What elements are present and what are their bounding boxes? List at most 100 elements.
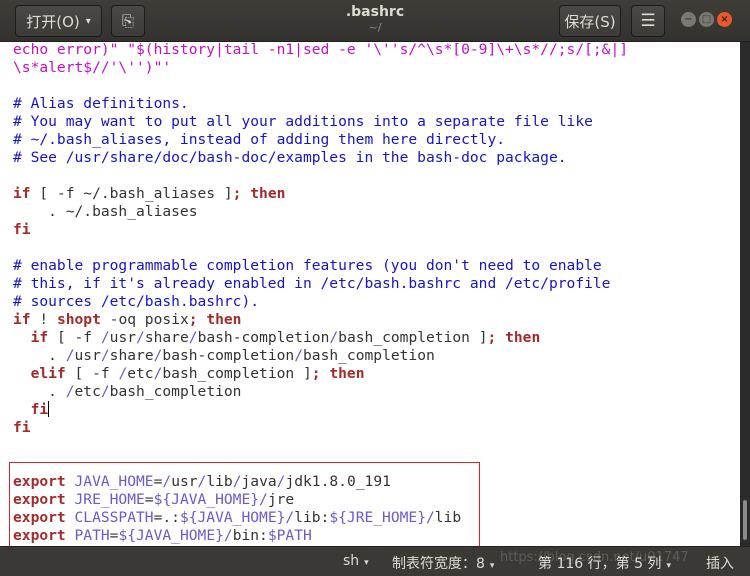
code-token: fi — [13, 419, 31, 436]
scrollbar-thumb[interactable] — [743, 500, 747, 540]
code-line[interactable]: . ~/.bash_aliases — [13, 203, 628, 221]
new-document-button[interactable]: ⎘ — [111, 5, 145, 37]
code-token: CLASSPATH — [65, 509, 154, 526]
save-button[interactable]: 保存(S) — [559, 5, 621, 37]
close-icon[interactable]: × — [717, 12, 732, 27]
code-token: export — [13, 473, 66, 490]
code-token: / — [118, 365, 128, 382]
code-token: # sources /etc/bash.bashrc). — [13, 293, 260, 310]
code-token: # See /usr/share/doc/bash-doc/examples i… — [13, 149, 567, 166]
code-line[interactable]: . /usr/share/bash-completion/bash_comple… — [13, 347, 628, 365]
code-line[interactable]: # Alias definitions. — [13, 95, 628, 113]
code-token: # You may want to put all your additions… — [13, 113, 593, 130]
code-line[interactable]: fi — [13, 401, 628, 419]
code-line[interactable]: if [ -f ~/.bash_aliases ]; then — [13, 185, 628, 203]
code-line[interactable]: # this, if it's already enabled in /etc/… — [13, 275, 628, 293]
code-token: lib — [206, 473, 233, 490]
code-token: JRE_HOME — [65, 491, 145, 508]
code-token: [ -f — [65, 365, 119, 382]
window-subtitle: ~/ — [368, 21, 382, 34]
insert-mode-indicator[interactable]: 插入 — [706, 553, 734, 573]
code-token: / — [100, 329, 110, 346]
code-token: . — [13, 383, 66, 400]
code-line[interactable]: fi — [13, 419, 628, 437]
code-line[interactable]: export PATH=${JAVA_HOME}/bin:$PATH — [13, 527, 628, 545]
code-token: jdk1.8.0_191 — [285, 473, 391, 490]
tab-width-selector[interactable]: 制表符宽度：8 ▾ — [392, 553, 494, 573]
code-token: / — [223, 527, 233, 544]
minimize-icon[interactable]: − — [681, 12, 696, 27]
code-line[interactable] — [13, 77, 628, 95]
code-token: JAVA_HOME — [65, 473, 154, 490]
code-token: ${JAVA_HOME} — [153, 491, 260, 508]
code-token: \s*alert$//'\'')"' — [13, 59, 172, 76]
code-line[interactable]: export JAVA_HOME=/usr/lib/java/jdk1.8.0_… — [13, 473, 628, 491]
code-token: # enable programmable completion feature… — [13, 257, 602, 274]
code-token: PATH — [65, 527, 110, 544]
code-token: / — [294, 347, 303, 364]
code-line[interactable]: export CLASSPATH=.:${JAVA_HOME} / lib:${JR… — [13, 509, 628, 527]
language-selector[interactable]: sh ▾ — [343, 553, 369, 569]
code-token: . — [13, 347, 66, 364]
hamburger-menu-icon: ☰ — [640, 11, 656, 31]
code-token: lib: — [294, 509, 330, 526]
code-token: =.: — [153, 509, 180, 526]
code-token: jre — [267, 491, 295, 508]
code-token: if — [13, 185, 31, 202]
vertical-scrollbar[interactable] — [740, 42, 750, 546]
code-token: bash-completion — [197, 329, 330, 346]
code-token: / — [65, 347, 75, 364]
code-token: ${JAVA_HOME} — [179, 509, 286, 526]
code-line[interactable]: # sources /etc/bash.bashrc). — [13, 293, 628, 311]
code-line[interactable]: echo error)" "$(history|tail -n1|sed -e … — [13, 42, 628, 59]
code-line[interactable]: . /etc/bash_completion — [13, 383, 628, 401]
code-content[interactable]: echo error)" "$(history|tail -n1|sed -e … — [13, 42, 628, 545]
code-line[interactable] — [13, 455, 628, 473]
code-token: if — [13, 311, 31, 328]
code-token: etc — [127, 365, 154, 382]
open-button[interactable]: 打开(O) ▾ — [15, 5, 102, 37]
new-document-icon: ⎘ — [121, 12, 134, 30]
code-line[interactable]: # You may want to put all your additions… — [13, 113, 628, 131]
code-line[interactable]: if [ -f /usr/share/bash-completion/bash_… — [13, 329, 628, 347]
code-token: . ~/.bash_aliases — [13, 203, 198, 220]
text-editor[interactable]: echo error)" "$(history|tail -n1|sed -e … — [0, 42, 740, 546]
code-token: ; then — [487, 329, 541, 346]
code-line[interactable]: if ! shopt -oq posix; then — [13, 311, 628, 329]
code-line[interactable]: # ~/.bash_aliases, instead of adding the… — [13, 131, 628, 149]
code-line[interactable]: # enable programmable completion feature… — [13, 257, 628, 275]
code-token: / — [100, 347, 110, 364]
code-token: = — [144, 491, 154, 508]
code-token: lib — [434, 509, 462, 526]
hamburger-menu-button[interactable]: ☰ — [631, 5, 665, 37]
code-token: / — [162, 473, 172, 490]
code-line[interactable]: export JRE_HOME=${JAVA_HOME}/jre — [13, 491, 628, 509]
code-token: -oq posix — [100, 311, 189, 328]
code-line[interactable] — [13, 437, 628, 455]
code-token: fi — [13, 401, 49, 418]
code-token: java — [241, 473, 277, 490]
maximize-icon[interactable]: □ — [699, 12, 714, 27]
code-token: share — [144, 329, 189, 346]
code-token: # Alias definitions. — [13, 95, 189, 112]
code-token: usr — [109, 329, 137, 346]
code-token: # this, if it's already enabled in /etc/… — [13, 275, 611, 292]
code-token: bash_completion ] — [162, 365, 312, 382]
code-line[interactable]: \s*alert$//'\'')"' — [13, 59, 628, 77]
code-token: ; then — [188, 311, 242, 328]
header-bar: 打开(O) ▾ ⎘ .bashrc ~/ 保存(S) ☰ − □ × — [0, 0, 750, 42]
code-line[interactable]: elif [ -f /etc/bash_completion ]; then — [13, 365, 628, 383]
code-token: ! — [30, 311, 57, 328]
code-token: / — [426, 509, 435, 526]
chevron-down-icon: ▾ — [489, 561, 495, 571]
code-token: export — [13, 509, 66, 526]
code-token: [ -f — [48, 329, 101, 346]
code-token: fi — [13, 221, 31, 238]
code-line[interactable] — [13, 167, 628, 185]
code-token: bash_completion ] — [338, 329, 488, 346]
code-token: ${JRE_HOME} — [329, 509, 426, 526]
code-line[interactable]: fi — [13, 221, 628, 239]
code-line[interactable] — [13, 239, 628, 257]
code-line[interactable]: # See /usr/share/doc/bash-doc/examples i… — [13, 149, 628, 167]
code-token: # ~/.bash_aliases, instead of adding the… — [13, 131, 506, 148]
